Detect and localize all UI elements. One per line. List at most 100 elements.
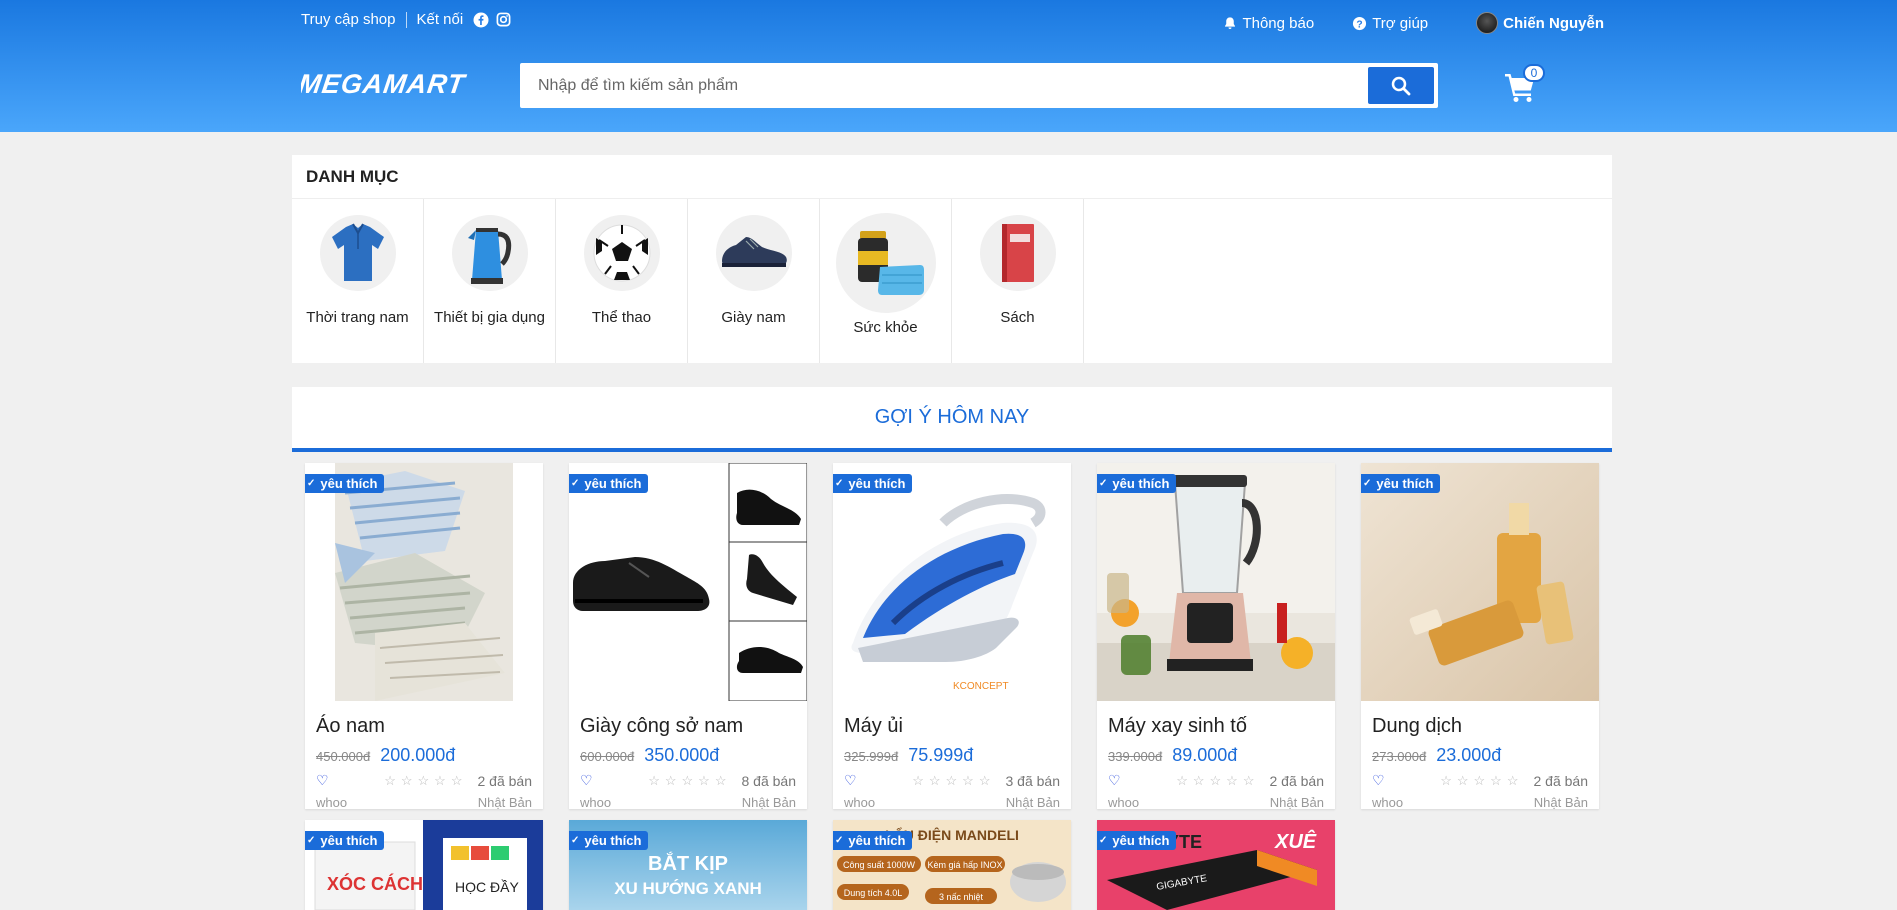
badge-label: yêu thích [848,833,906,848]
header: Truy cập shop Kết nối Thông báo ? Trợ gi… [0,0,1897,132]
product-image: ✓ yêu thích [305,463,543,701]
favorite-badge: ✓ yêu thích [1097,831,1177,850]
favorite-badge: ✓ yêu thích [1361,474,1441,493]
svg-text:KCONCEPT: KCONCEPT [953,681,1009,692]
product-name: Giày công sở nam [580,715,744,737]
favorite-badge: ✓ yêu thích [569,831,649,850]
heart-icon[interactable]: ♡ [844,772,857,789]
shoe-icon [715,215,792,291]
visit-shop-link[interactable]: Truy cập shop [301,11,396,28]
connect-label: Kết nối [416,11,464,28]
check-icon: ✓ [571,478,580,489]
category-item-sports[interactable]: Thể thao [556,199,688,363]
topbar: Truy cập shop Kết nối Thông báo ? Trợ gi… [301,0,1604,42]
cart-count-badge: 0 [1523,64,1545,82]
heart-icon[interactable]: ♡ [316,772,329,789]
sale-price: 23.000đ [1436,745,1502,765]
product-card[interactable]: YTE XUÊ GIGABYTE ✓ yêu thích [1097,820,1335,910]
shop-name: whoo [1108,795,1140,810]
check-icon: ✓ [835,478,844,489]
badge-label: yêu thích [320,833,378,848]
banner-text: XUÊ [1274,829,1317,853]
search-button[interactable] [1368,67,1434,104]
suggestions-header[interactable]: GỢI Ý HÔM NAY [292,387,1612,452]
favorite-badge: ✓ yêu thích [833,474,913,493]
product-foot: whoo Nhật Bản [316,795,532,810]
product-card[interactable]: LẨU ĐIỆN MANDELI Công suất 1000W Kèm giá… [833,820,1071,910]
product-name: Máy xay sinh tố [1108,715,1247,737]
origin: Nhật Bản [1533,795,1588,810]
product-card[interactable]: ✓ yêu thích Dung dịch 273.000đ 23.000đ ♡ … [1361,463,1599,810]
star-icons: ☆☆☆☆☆ [1440,772,1524,788]
category-item-books[interactable]: Sách [952,199,1084,363]
product-foot: whoo Nhật Bản [580,795,796,810]
category-section: DANH MỤC Thời trang nam Thiết bị gia dụn… [292,155,1612,363]
logo-text: MEGAMART [301,68,469,99]
shop-name: whoo [844,795,876,810]
category-item-health[interactable]: Sức khỏe [820,199,952,363]
category-label: Sức khỏe [853,319,918,336]
origin: Nhật Bản [1005,795,1060,810]
star-icons: ☆☆☆☆☆ [1176,772,1260,788]
site-logo[interactable]: MEGAMART [297,67,486,99]
product-image: LẨU ĐIỆN MANDELI Công suất 1000W Kèm giá… [833,820,1071,910]
category-item-home-appliance[interactable]: Thiết bị gia dụng [424,199,556,363]
rating: ☆☆☆☆☆ 2 đã bán [1440,773,1588,789]
origin: Nhật Bản [741,795,796,810]
product-card[interactable]: KCONCEPT ✓ yêu thích Máy ủi 325.999đ 75.9… [833,463,1071,810]
badge-label: yêu thích [584,833,642,848]
product-name: Áo nam [316,715,385,737]
category-list: Thời trang nam Thiết bị gia dụng Thể tha… [292,199,1612,363]
old-price: 325.999đ [844,749,899,764]
rating: ☆☆☆☆☆ 2 đã bán [384,773,532,789]
badge-label: yêu thích [320,476,378,491]
product-image: BẮT KỊP XU HƯỚNG XANH ✓ yêu thích [569,820,807,910]
badge-label: yêu thích [1112,833,1170,848]
topbar-left: Truy cập shop Kết nối [301,11,511,28]
product-card[interactable]: BẮT KỊP XU HƯỚNG XANH ✓ yêu thích [569,820,807,910]
product-card[interactable]: XÓC CÁCH HỌC ĐẦY ✓ yêu thích [305,820,543,910]
product-image: ✓ yêu thích [1361,463,1599,701]
favorite-badge: ✓ yêu thích [833,831,913,850]
product-prices: 339.000đ 89.000đ [1108,745,1335,766]
user-name: Chiến Nguyễn [1503,14,1604,32]
check-icon: ✓ [1363,478,1372,489]
heart-icon[interactable]: ♡ [1108,772,1121,789]
category-label: Thiết bị gia dụng [434,309,545,326]
sold-count: 8 đã bán [741,772,797,789]
product-image: KCONCEPT ✓ yêu thích [833,463,1071,701]
search-bar [520,63,1438,108]
heart-icon[interactable]: ♡ [1372,772,1385,789]
rating: ☆☆☆☆☆ 2 đã bán [1176,773,1324,789]
category-title: DANH MỤC [292,155,1612,199]
product-prices: 325.999đ 75.999đ [844,745,1071,766]
category-item-men-shoes[interactable]: Giày nam [688,199,820,363]
avatar [1476,12,1499,34]
shop-name: whoo [580,795,612,810]
help-link[interactable]: ? Trợ giúp [1352,15,1428,32]
banner-text: BẮT KỊP [648,851,728,875]
notifications-link[interactable]: Thông báo [1223,15,1314,32]
product-card[interactable]: ✓ yêu thích Giày công sở nam 600.000đ 350… [569,463,807,810]
sale-price: 350.000đ [644,745,720,765]
heart-icon[interactable]: ♡ [580,772,593,789]
favorite-badge: ✓ yêu thích [305,474,385,493]
instagram-icon[interactable] [496,12,511,28]
user-menu[interactable]: Chiến Nguyễn [1476,12,1604,34]
product-name: Dung dịch [1372,715,1463,737]
product-card[interactable]: ✓ yêu thích Áo nam 450.000đ 200.000đ ♡ ☆☆… [305,463,543,810]
product-card[interactable]: ✓ yêu thích Máy xay sinh tố 339.000đ 89.0… [1097,463,1335,810]
category-label: Giày nam [721,309,786,326]
sale-price: 200.000đ [380,745,456,765]
badge-label: yêu thích [1112,476,1170,491]
search-input[interactable] [522,65,1368,106]
banner-text: XU HƯỚNG XANH [614,879,762,898]
facebook-icon[interactable] [473,12,489,28]
favorite-badge: ✓ yêu thích [1097,474,1177,493]
health-icon [835,213,936,313]
category-label: Sách [1000,309,1035,326]
rating: ☆☆☆☆☆ 3 đã bán [912,773,1060,789]
origin: Nhật Bản [477,795,532,810]
notifications-label: Thông báo [1242,14,1315,32]
category-item-men-fashion[interactable]: Thời trang nam [292,199,424,363]
